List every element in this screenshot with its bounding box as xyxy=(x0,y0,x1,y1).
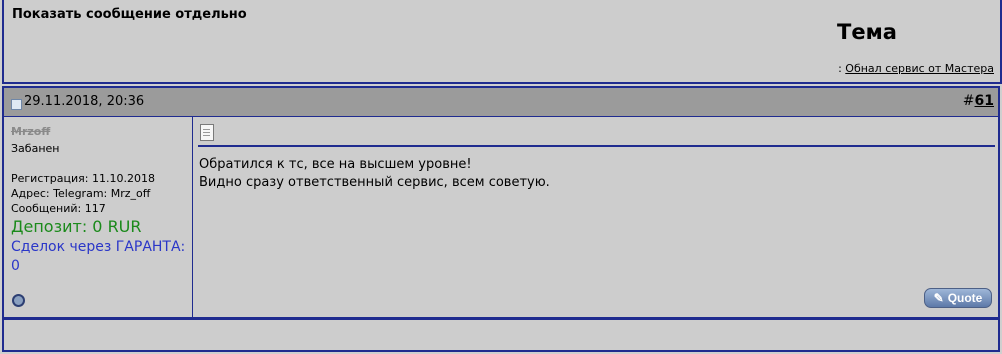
message-text: Обратился к тс, все на высшем уровне! Ви… xyxy=(199,156,550,192)
post-footer-panel xyxy=(2,318,1000,352)
content-divider xyxy=(198,145,995,147)
post-number-link[interactable]: 61 xyxy=(975,93,994,109)
user-title: Забанен xyxy=(11,142,60,155)
user-sidebar: Mrzoff Забанен Регистрация: 11.10.2018 А… xyxy=(4,117,193,317)
post-content: Обратился к тс, все на высшем уровне! Ви… xyxy=(193,117,998,317)
topic-link-row: : Обнал сервис от Мастера xyxy=(838,62,994,75)
deposit-amount: Депозит: 0 RUR xyxy=(11,217,142,236)
post-body: Mrzoff Забанен Регистрация: 11.10.2018 А… xyxy=(2,116,1000,319)
quote-icon: ✎ xyxy=(933,291,944,305)
show-single-post-label: Показать сообщение отдельно xyxy=(12,7,247,22)
guarantee-deals: Сделок через ГАРАНТА: 0 xyxy=(11,239,186,274)
post-status-icon xyxy=(11,99,22,110)
post-header: 29.11.2018, 20:36 #61 xyxy=(2,86,1000,118)
registration-date: Регистрация: 11.10.2018 xyxy=(11,172,155,185)
post-icon xyxy=(200,124,214,141)
topic-heading: Тема xyxy=(837,20,897,44)
message-line-2: Видно сразу ответственный сервис, всем с… xyxy=(199,175,550,190)
quote-button[interactable]: ✎ Quote xyxy=(924,288,992,308)
username-link[interactable]: Mrzoff xyxy=(11,125,50,138)
thread-header-panel: Показать сообщение отдельно Тема : Обнал… xyxy=(2,0,1002,84)
topic-link[interactable]: Обнал сервис от Мастера xyxy=(845,62,994,75)
post-date: 29.11.2018, 20:36 xyxy=(24,94,145,109)
post-number-prefix: # xyxy=(962,93,975,109)
quote-button-label: Quote xyxy=(947,291,983,305)
user-address: Адрес: Telegram: Mrz_off xyxy=(11,187,151,200)
post-number: #61 xyxy=(963,93,994,109)
online-status-icon xyxy=(12,294,25,307)
message-count: Сообщений: 117 xyxy=(11,202,106,215)
message-line-1: Обратился к тс, все на высшем уровне! xyxy=(199,157,472,172)
